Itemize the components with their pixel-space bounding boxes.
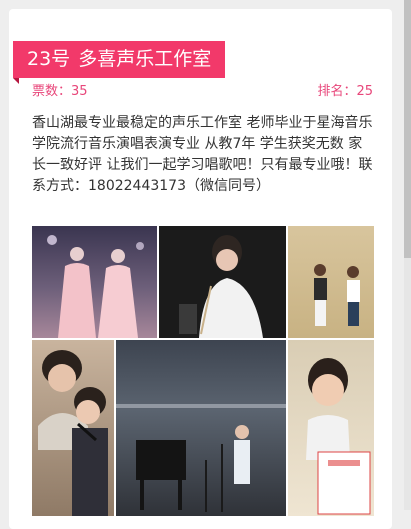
stats-row: 票数：35 排名：25 [32,80,373,99]
badge-fold [13,78,19,84]
rank-stat: 排名：25 [317,80,373,99]
photo-studio-performance[interactable] [116,340,286,516]
scrollbar-thumb[interactable] [404,0,411,258]
photo-lesson-closeup[interactable] [32,340,114,516]
votes-label: 票数： [32,84,72,99]
rank-value: 25 [356,84,373,99]
votes-stat: 票数：35 [32,84,88,99]
photo-collage[interactable] [32,226,374,516]
scrollbar-track[interactable] [404,0,411,510]
rank-label: 排名： [317,84,357,99]
photo-dance-practice[interactable] [288,226,374,338]
photo-stage-duet[interactable] [32,226,157,338]
page: { "entry": { "number_label": "23号", "nam… [0,0,411,529]
entry-description: 香山湖最专业最稳定的声乐工作室 老师毕业于星海音乐学院流行音乐演唱表演专业 从教… [32,115,373,194]
votes-value: 35 [71,84,88,99]
entry-name: 多喜声乐工作室 [78,48,212,70]
entry-number: 23号 [27,48,71,70]
photo-student-certificate[interactable] [288,340,374,516]
entry-title-badge: 23号 多喜声乐工作室 [13,41,226,78]
photo-teacher-singing[interactable] [159,226,286,338]
